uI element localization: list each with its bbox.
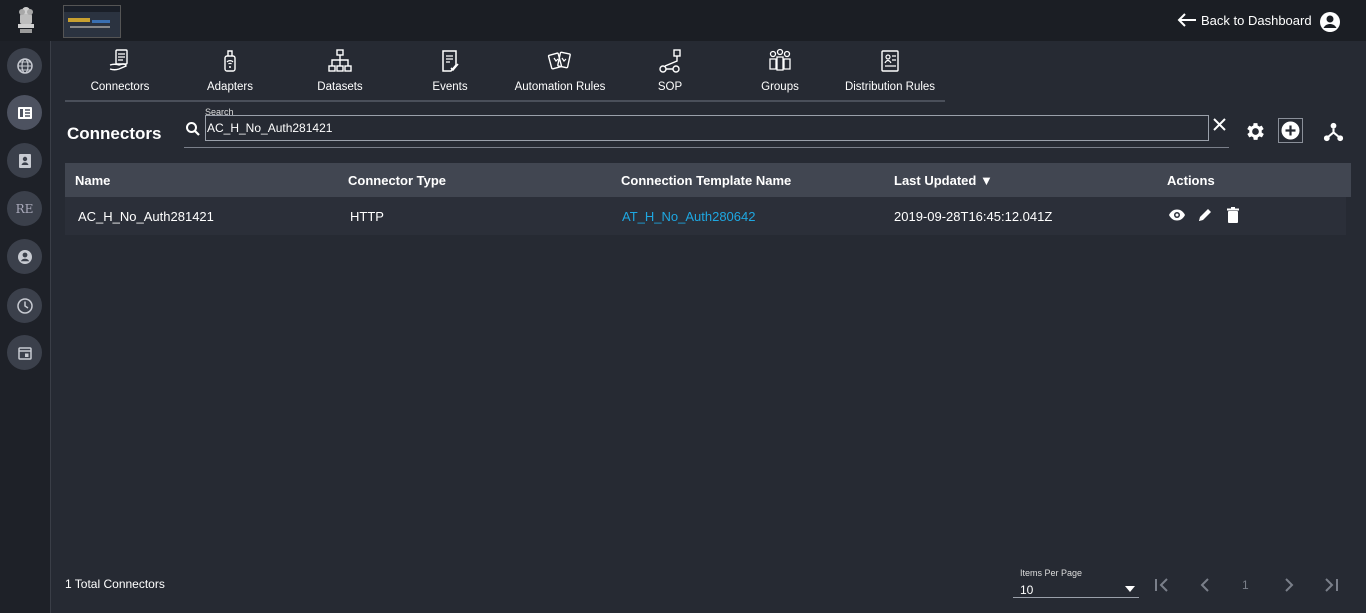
dashboard-thumbnail[interactable] xyxy=(63,5,121,38)
prev-page-icon[interactable] xyxy=(1196,576,1214,594)
column-header-connector-type[interactable]: Connector Type xyxy=(348,173,446,188)
contact-card-icon xyxy=(18,153,31,168)
back-to-dashboard-link[interactable]: Back to Dashboard xyxy=(1177,12,1312,28)
events-icon xyxy=(442,50,459,72)
add-connector-button[interactable] xyxy=(1278,118,1303,143)
gear-icon[interactable] xyxy=(1244,120,1267,143)
globe-icon xyxy=(16,57,33,74)
sidebar-item-globe[interactable] xyxy=(7,48,42,83)
close-icon[interactable] xyxy=(1212,117,1227,132)
datasets-icon xyxy=(328,49,352,72)
module-adapters-label: Adapters xyxy=(206,81,254,93)
top-bar: Back to Dashboard xyxy=(0,0,1366,41)
page-title: Connectors xyxy=(67,124,162,143)
back-to-dashboard-label: Back to Dashboard xyxy=(1201,12,1312,28)
eye-icon[interactable] xyxy=(1168,206,1186,224)
sidebar-item-history[interactable] xyxy=(7,288,42,323)
re-icon: RE xyxy=(15,201,34,216)
sidebar-item-user[interactable] xyxy=(7,239,42,274)
adapter-icon xyxy=(224,50,236,72)
arrow-left-icon xyxy=(1177,13,1196,27)
module-groups[interactable]: Groups xyxy=(725,48,835,93)
column-header-template-name[interactable]: Connection Template Name xyxy=(621,173,791,188)
user-circle-icon xyxy=(17,249,32,264)
distribution-rules-icon xyxy=(881,50,899,72)
module-sop[interactable]: SOP xyxy=(615,48,725,93)
search-input[interactable] xyxy=(205,115,1209,141)
column-header-last-updated[interactable]: Last Updated ▼ xyxy=(894,173,993,188)
items-per-page-value: 10 xyxy=(1020,583,1034,597)
sidebar-item-list[interactable] xyxy=(7,95,42,130)
items-per-page-label: Items Per Page xyxy=(1020,568,1083,578)
module-adapters[interactable]: Adapters xyxy=(175,48,285,93)
automation-rules-icon xyxy=(547,51,571,70)
cell-template-link[interactable]: AT_H_No_Auth280642 xyxy=(622,209,755,224)
module-events-label: Events xyxy=(432,81,468,93)
module-datasets-label: Datasets xyxy=(317,81,363,93)
column-header-name[interactable]: Name xyxy=(75,173,110,188)
connectors-icon xyxy=(109,49,128,71)
items-per-page-select[interactable]: Items Per Page 10 xyxy=(1013,566,1139,598)
cell-name: AC_H_No_Auth281421 xyxy=(78,209,214,224)
table-row: AC_H_No_Auth281421 HTTP AT_H_No_Auth2806… xyxy=(65,197,1346,235)
total-count: 1 Total Connectors xyxy=(65,577,165,591)
module-nav: Connectors Adapters Datasets Events Auto… xyxy=(65,45,945,102)
module-connectors[interactable]: Connectors xyxy=(65,48,175,93)
sidebar-item-re[interactable]: RE xyxy=(7,191,42,226)
plus-circle-icon xyxy=(1281,121,1300,140)
sidebar-item-contacts[interactable] xyxy=(7,143,42,178)
last-page-icon[interactable] xyxy=(1322,576,1340,594)
clock-icon xyxy=(16,297,33,314)
module-distribution-rules-label: Distribution Rules xyxy=(844,81,936,93)
connectors-table: Name Connector Type Connection Template … xyxy=(65,163,1351,235)
next-page-icon[interactable] xyxy=(1280,576,1298,594)
caret-down-icon xyxy=(1125,586,1135,592)
row-actions xyxy=(1168,206,1242,224)
module-groups-label: Groups xyxy=(761,81,799,93)
left-sidebar: RE xyxy=(0,41,51,613)
sop-icon xyxy=(659,49,681,73)
first-page-icon[interactable] xyxy=(1153,576,1171,594)
hierarchy-icon[interactable] xyxy=(1322,120,1345,143)
module-sop-label: SOP xyxy=(657,81,683,93)
cell-connector-type: HTTP xyxy=(350,209,384,224)
table-header: Name Connector Type Connection Template … xyxy=(65,163,1351,197)
cell-last-updated: 2019-09-28T16:45:12.041Z xyxy=(894,209,1053,224)
search-icon xyxy=(186,122,200,136)
emblem-logo-icon xyxy=(18,7,34,33)
module-distribution-rules[interactable]: Distribution Rules xyxy=(835,48,945,93)
list-icon xyxy=(17,106,32,119)
trash-icon[interactable] xyxy=(1224,206,1242,224)
module-automation-rules-label: Automation Rules xyxy=(514,81,606,93)
calendar-icon xyxy=(17,346,32,360)
sidebar-item-calendar[interactable] xyxy=(7,335,42,370)
pencil-icon[interactable] xyxy=(1196,206,1214,224)
module-events[interactable]: Events xyxy=(395,48,505,93)
groups-icon xyxy=(769,48,791,71)
search-field: Search xyxy=(184,107,1229,148)
account-icon[interactable] xyxy=(1319,11,1341,33)
module-datasets[interactable]: Datasets xyxy=(285,48,395,93)
current-page-number: 1 xyxy=(1242,578,1249,592)
module-connectors-label: Connectors xyxy=(90,81,150,93)
column-header-actions: Actions xyxy=(1167,173,1215,188)
module-automation-rules[interactable]: Automation Rules xyxy=(505,48,615,93)
